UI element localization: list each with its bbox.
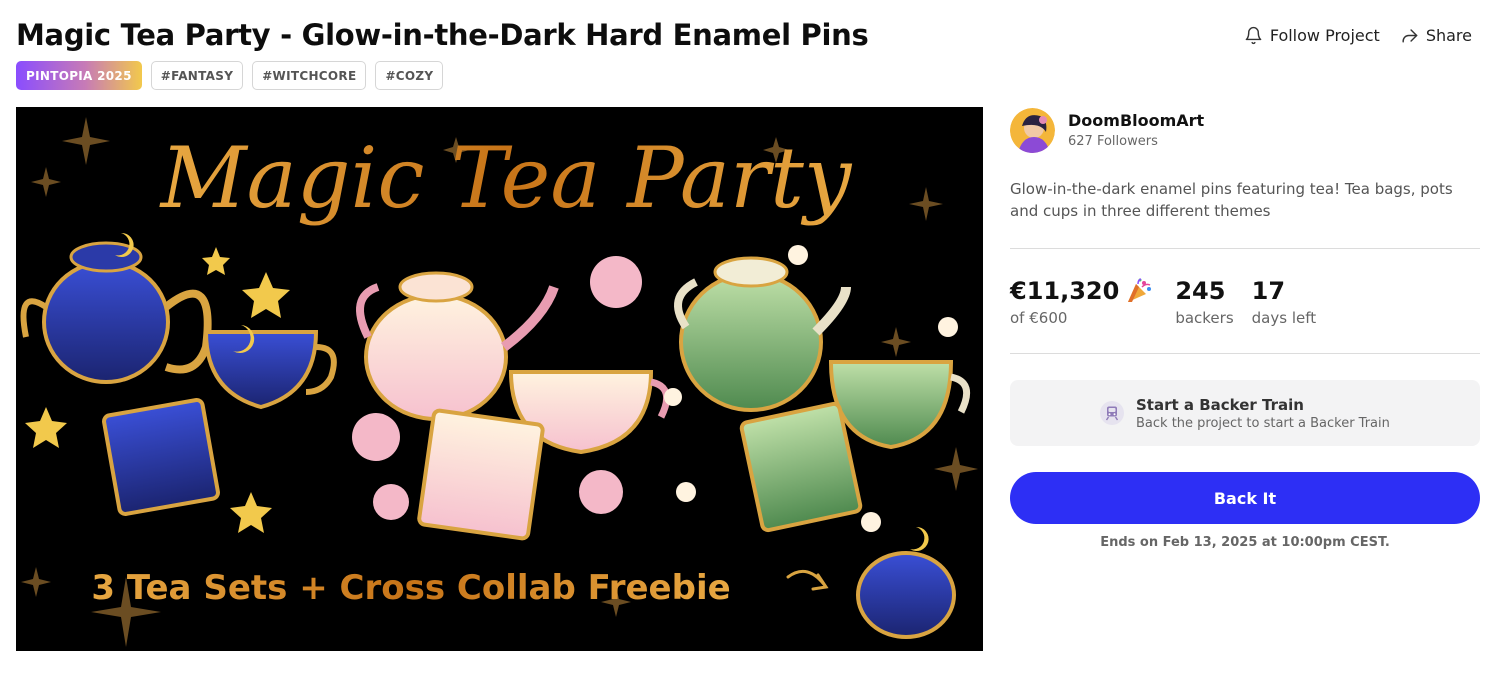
backer-train-title: Start a Backer Train [1136, 395, 1304, 414]
tag-witchcore[interactable]: #WITCHCORE [252, 61, 367, 90]
bell-icon [1245, 26, 1262, 45]
funding-stats: €11,320 of €600 245 backers 17 days left [1010, 249, 1480, 353]
creator-followers: 627 Followers [1068, 134, 1158, 149]
backers-count: 245 [1175, 277, 1226, 305]
tag-list: PINTOPIA 2025 #FANTASY #WITCHCORE #COZY [16, 61, 444, 90]
project-actions: Follow Project Share [1244, 26, 1472, 45]
follow-project-label: Follow Project [1269, 26, 1380, 45]
divider [1010, 353, 1480, 354]
project-sidebar: DoomBloomArt 627 Followers Glow-in-the-d… [1010, 107, 1480, 550]
project-hero-image: Magic Tea Party 3 Tea Sets + Cross Colla… [16, 107, 983, 651]
stat-days-left: 17 days left [1252, 277, 1316, 327]
stat-backers: 245 backers [1175, 277, 1233, 327]
hero-banner-text: 3 Tea Sets + Cross Collab Freebie [91, 568, 730, 608]
creator-avatar[interactable] [1010, 107, 1055, 153]
project-title: Magic Tea Party - Glow-in-the-Dark Hard … [16, 18, 869, 52]
backer-train-subtitle: Back the project to start a Backer Train [1136, 415, 1390, 431]
backers-label: backers [1175, 309, 1234, 327]
share-arrow-icon [1402, 29, 1418, 43]
back-it-button[interactable]: Back It [1010, 472, 1480, 524]
days-left-label: days left [1251, 309, 1317, 327]
blue-teabag-pin [102, 398, 220, 516]
creator-name[interactable]: DoomBloomArt [1068, 111, 1204, 130]
pink-teabag-pin [417, 408, 545, 541]
raised-amount: €11,320 [1010, 277, 1120, 305]
stat-raised: €11,320 of €600 [1010, 277, 1153, 327]
train-icon [1100, 401, 1124, 425]
days-left-count: 17 [1251, 277, 1286, 305]
follow-project-button[interactable]: Follow Project [1244, 26, 1380, 45]
creator-card[interactable]: DoomBloomArt 627 Followers [1010, 107, 1480, 153]
campaign-end-date: Ends on Feb 13, 2025 at 10:00pm CEST. [1100, 535, 1390, 550]
project-description: Glow-in-the-dark enamel pins featuring t… [1010, 180, 1453, 220]
backer-train-button[interactable]: Start a Backer Train Back the project to… [1010, 380, 1480, 446]
tag-cozy[interactable]: #COZY [375, 61, 444, 90]
tag-pintopia[interactable]: PINTOPIA 2025 [16, 61, 142, 90]
share-button[interactable]: Share [1400, 26, 1472, 45]
hero-title-lettering: Magic Tea Party [159, 129, 853, 227]
goal-amount: of €600 [1010, 309, 1068, 327]
green-teabag-pin [739, 401, 863, 533]
tag-fantasy[interactable]: #FANTASY [150, 61, 244, 90]
party-popper-icon [1128, 278, 1152, 302]
share-label: Share [1425, 26, 1472, 45]
